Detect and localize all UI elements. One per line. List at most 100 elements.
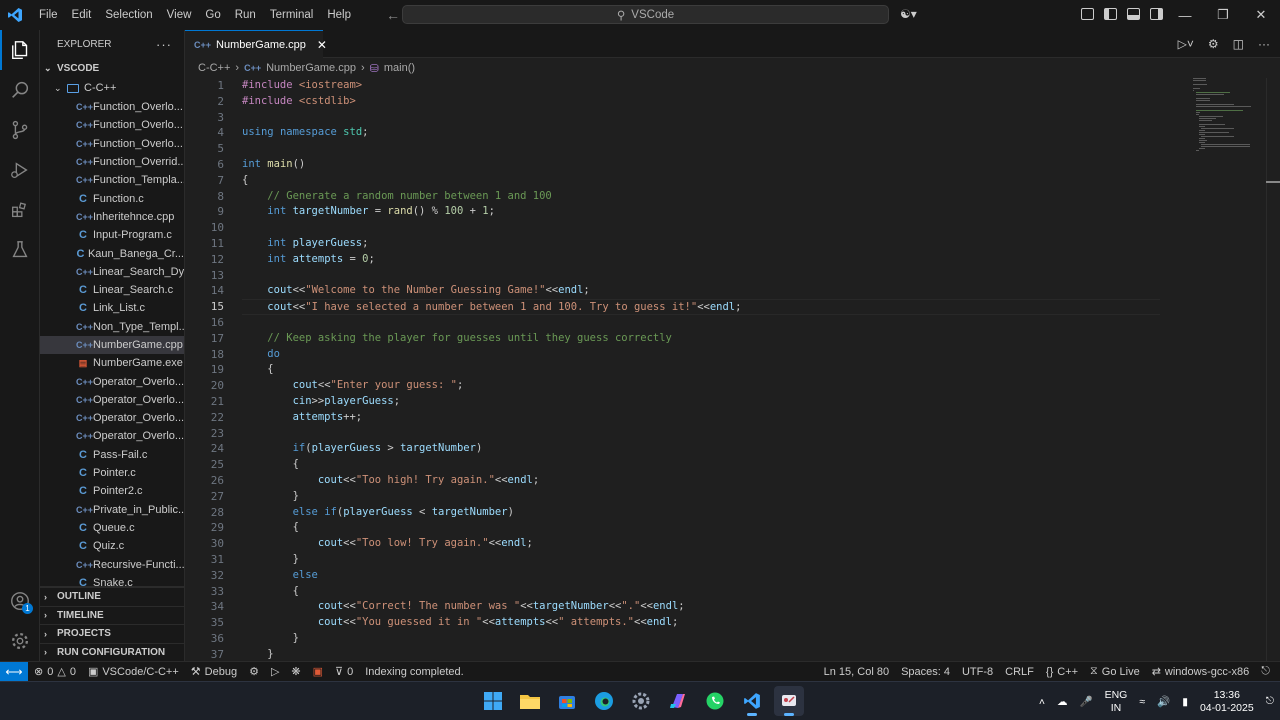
section-outline[interactable]: › OUTLINE: [40, 587, 184, 606]
code-line[interactable]: cout<<"Too high! Try again."<<endl;: [242, 473, 1160, 489]
file-item[interactable]: C Link_List.c: [40, 299, 184, 317]
code-line[interactable]: [242, 268, 1160, 284]
code-line[interactable]: int targetNumber = rand() % 100 + 1;: [242, 204, 1160, 220]
code-line[interactable]: #include <iostream>: [242, 78, 1160, 94]
vertical-scrollbar[interactable]: [1266, 78, 1280, 661]
code-line[interactable]: int playerGuess;: [242, 236, 1160, 252]
testing-icon[interactable]: [0, 230, 40, 270]
file-item[interactable]: C Queue.c: [40, 519, 184, 537]
code-line[interactable]: }: [242, 631, 1160, 647]
volume-icon[interactable]: 🔊: [1151, 695, 1176, 708]
code-line[interactable]: cout<<"I have selected a number between …: [242, 299, 1160, 315]
compiler-config[interactable]: ⇄ windows-gcc-x86: [1146, 665, 1256, 679]
wifi-icon[interactable]: ≈: [1133, 696, 1151, 708]
file-item[interactable]: C++ Operator_Overlo...: [40, 427, 184, 445]
file-item[interactable]: C++ Operator_Overlo...: [40, 372, 184, 390]
file-item[interactable]: C Pass-Fail.c: [40, 446, 184, 464]
code-line[interactable]: [242, 141, 1160, 157]
run-file-icon[interactable]: ▷˅: [1178, 37, 1194, 51]
file-item[interactable]: C Linear_Search.c: [40, 281, 184, 299]
code-line[interactable]: {: [242, 584, 1160, 600]
end-of-line[interactable]: CRLF: [999, 666, 1040, 678]
file-item[interactable]: C++ Private_in_Public...: [40, 501, 184, 519]
remote-indicator-icon[interactable]: ⟷: [0, 662, 28, 681]
file-item[interactable]: C++ Non_Type_Templ...: [40, 318, 184, 336]
more-actions-icon[interactable]: ···: [1258, 37, 1270, 51]
code-line[interactable]: cout<<"You guessed it in "<<attempts<<" …: [242, 615, 1160, 631]
code-line[interactable]: cout<<"Welcome to the Number Guessing Ga…: [242, 283, 1160, 299]
copilot-icon[interactable]: ☯▾: [900, 7, 917, 21]
file-item[interactable]: C Pointer.c: [40, 464, 184, 482]
menu-edit[interactable]: Edit: [65, 0, 99, 30]
encoding[interactable]: UTF-8: [956, 666, 999, 678]
file-item[interactable]: C++ Recursive-Functi...: [40, 555, 184, 573]
file-item[interactable]: C++ NumberGame.cpp: [40, 335, 184, 355]
breadcrumb-symbol[interactable]: main(): [384, 62, 415, 74]
code-line[interactable]: // Generate a random number between 1 an…: [242, 189, 1160, 205]
section-projects[interactable]: › PROJECTS: [40, 624, 184, 643]
folder-c-cpp[interactable]: ⌄ C-C++: [40, 78, 184, 98]
file-item[interactable]: C++ Operator_Overlo...: [40, 391, 184, 409]
section-timeline[interactable]: › TIMELINE: [40, 605, 184, 625]
start-windows-icon[interactable]: [478, 686, 508, 716]
toggle-primary-sidebar-icon[interactable]: [1104, 8, 1117, 20]
folder-indicator[interactable]: ▣ VSCode/C-C++: [82, 665, 185, 679]
file-item[interactable]: C Function.c: [40, 189, 184, 207]
file-item[interactable]: C++ Linear_Search_Dy...: [40, 263, 184, 281]
language-mode[interactable]: {} C++: [1040, 666, 1084, 678]
extensions-icon[interactable]: [0, 190, 40, 230]
close-window-icon[interactable]: ✕: [1242, 0, 1280, 30]
settings-gear-icon[interactable]: ⚙: [1208, 37, 1219, 51]
explorer-icon[interactable]: [0, 30, 40, 70]
workspace-root[interactable]: ⌄ VSCODE: [40, 58, 184, 78]
microsoft-store-icon[interactable]: [552, 686, 582, 716]
menu-view[interactable]: View: [160, 0, 199, 30]
problems-indicator[interactable]: ⊗ 0 △ 0: [28, 665, 82, 679]
edge-browser-icon[interactable]: [589, 686, 619, 716]
code-lines[interactable]: #include <iostream> #include <cstdlib> usi…: [242, 78, 1160, 661]
file-explorer-icon[interactable]: [515, 686, 545, 716]
menu-go[interactable]: Go: [198, 0, 227, 30]
file-item[interactable]: C Quiz.c: [40, 537, 184, 555]
menu-terminal[interactable]: Terminal: [263, 0, 320, 30]
code-line[interactable]: [242, 220, 1160, 236]
language-indicator[interactable]: ENG IN: [1099, 689, 1134, 715]
battery-icon[interactable]: ▮: [1176, 696, 1194, 708]
file-item[interactable]: C Input-Program.c: [40, 226, 184, 244]
clock[interactable]: 13:36 04-01-2025: [1194, 689, 1260, 715]
breadcrumb-file[interactable]: NumberGame.cpp: [266, 62, 356, 74]
code-line[interactable]: }: [242, 489, 1160, 505]
code-line[interactable]: else if(playerGuess < targetNumber): [242, 505, 1160, 521]
minimap[interactable]: [1193, 78, 1251, 151]
file-item[interactable]: C++ Function_Overlo...: [40, 116, 184, 134]
file-item[interactable]: C++ Function_Templa...: [40, 171, 184, 189]
code-line[interactable]: [242, 426, 1160, 442]
menu-help[interactable]: Help: [320, 0, 358, 30]
chevron-up-icon[interactable]: ˄: [1033, 696, 1051, 708]
run-icon[interactable]: ▷: [265, 665, 285, 678]
notifications-bell-icon[interactable]: ⎋: [1255, 665, 1276, 678]
section-run-configuration[interactable]: › RUN CONFIGURATION: [40, 642, 184, 662]
minimize-icon[interactable]: —: [1166, 0, 1204, 30]
manage-gear-icon[interactable]: [0, 621, 40, 661]
notification-bell-icon[interactable]: ⎋: [1260, 695, 1280, 708]
back-arrow-icon[interactable]: ←: [386, 7, 400, 23]
settings-gear-icon[interactable]: [626, 686, 656, 716]
toggle-panel-icon[interactable]: [1127, 8, 1140, 20]
code-line[interactable]: if(playerGuess > targetNumber): [242, 441, 1160, 457]
copilot-app-icon[interactable]: [663, 686, 693, 716]
tab-numbergame-cpp[interactable]: C++ NumberGame.cpp ✕: [185, 30, 327, 58]
vscode-taskbar-icon[interactable]: [737, 686, 767, 716]
code-line[interactable]: {: [242, 520, 1160, 536]
file-item[interactable]: C Kaun_Banega_Cr...: [40, 244, 185, 262]
onedrive-cloud-icon[interactable]: ☁: [1051, 696, 1074, 708]
command-center-search[interactable]: ⚲ VSCode: [402, 5, 889, 24]
code-line[interactable]: {: [242, 457, 1160, 473]
code-line[interactable]: else: [242, 568, 1160, 584]
more-actions-icon[interactable]: ···: [156, 37, 172, 52]
split-editor-icon[interactable]: ◫: [1233, 37, 1244, 51]
file-item[interactable]: C++ Operator_Overlo...: [40, 409, 184, 427]
code-line[interactable]: cout<<"Enter your guess: ";: [242, 378, 1160, 394]
code-editor[interactable]: 1 2 3 4 5 6 7 8 9 10 11 12 13 14 15 16 17 18 19 20 21 22 23 24 2…: [185, 78, 1280, 661]
go-live[interactable]: ⧖ Go Live: [1084, 665, 1146, 678]
